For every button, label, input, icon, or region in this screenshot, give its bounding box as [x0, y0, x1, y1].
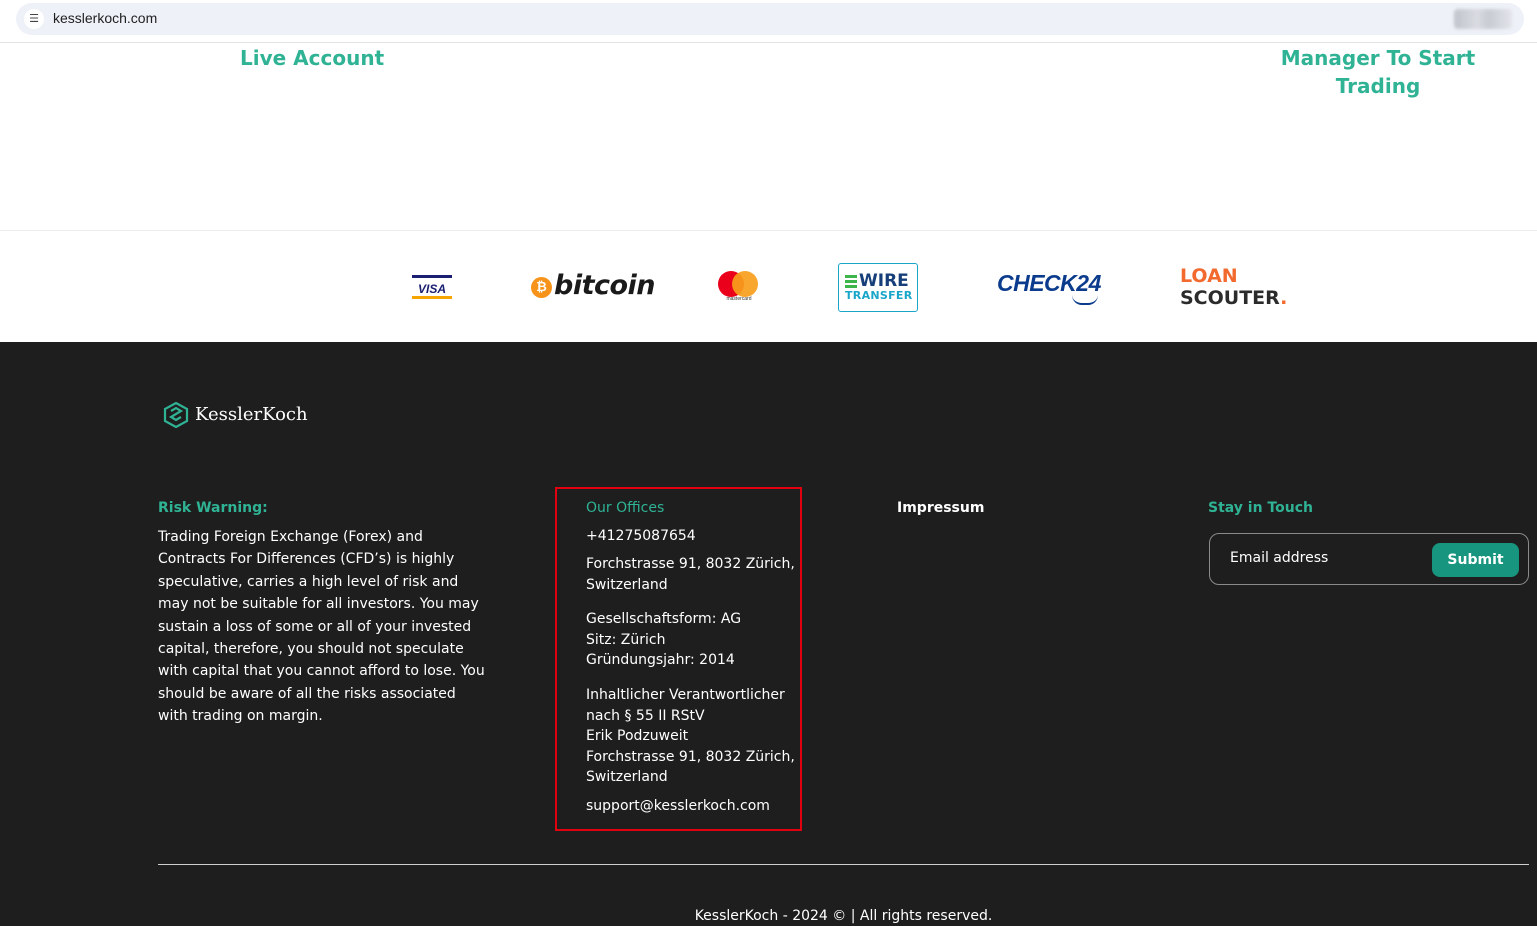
manager-link-line2: Trading — [1335, 74, 1421, 98]
company-founded: Gründungsjahr: 2014 — [586, 652, 735, 669]
support-email-link[interactable]: support@kesslerkoch.com — [586, 796, 770, 817]
office-address-line2: Switzerland — [586, 576, 668, 593]
responsible-line2: nach § 55 II RStV — [586, 707, 705, 724]
responsible-address-line2: Switzerland — [586, 769, 668, 786]
mastercard-yellow-circle — [732, 271, 758, 297]
responsible-name: Erik Podzuweit — [586, 728, 689, 745]
profile-avatar[interactable] — [1454, 9, 1512, 29]
responsible-line1: Inhaltlicher Verantwortlicher — [586, 687, 785, 703]
brand-name: KesslerKoch — [195, 404, 308, 425]
transfer-logo-text: TRANSFER — [845, 289, 913, 302]
impressum-link[interactable]: Impressum — [897, 498, 984, 518]
company-form: Gesellschaftsform: AG — [586, 611, 742, 627]
copyright-text: KesslerKoch - 2024 © | All rights reserv… — [694, 908, 993, 924]
bitcoin-icon: ₿ — [531, 277, 552, 298]
footer: KesslerKoch Risk Warning: Trading Foreig… — [0, 342, 1537, 926]
kesslerkoch-logo-icon — [163, 402, 189, 428]
manager-link[interactable]: Manager To Start Trading — [1278, 44, 1478, 100]
tune-icon[interactable]: ☰ — [24, 9, 44, 29]
offices-title: Our Offices — [586, 500, 665, 516]
submit-button[interactable]: Submit — [1432, 543, 1519, 577]
scouter-logo-dot: . — [1280, 287, 1288, 309]
wire-transfer-logo: WIRE TRANSFER — [838, 263, 918, 312]
loan-logo-text: LOAN — [1180, 265, 1238, 287]
check24-logo-text: CHECK24 — [997, 270, 1101, 296]
email-input[interactable]: Email address — [1230, 550, 1328, 566]
office-phone[interactable]: +41275087654 — [586, 526, 696, 547]
wire-bars-icon — [845, 275, 857, 289]
responsible-person: Inhaltlicher Verantwortlicher nach § 55 … — [586, 685, 795, 788]
scouter-logo-line: SCOUTER. — [1180, 287, 1287, 309]
loanscouter-logo: LOAN SCOUTER. — [1180, 265, 1287, 309]
mastercard-logo: mastercard — [718, 271, 758, 305]
browser-toolbar: ☰ kesslerkoch.com — [0, 0, 1537, 43]
live-account-link[interactable]: Live Account — [240, 44, 384, 72]
address-bar[interactable]: ☰ kesslerkoch.com — [16, 3, 1524, 35]
payment-partners: VISA ₿ bitcoin mastercard WIRE TRANSFER … — [0, 232, 1537, 342]
visa-logo-text: VISA — [417, 282, 446, 296]
check24-logo: CHECK24 — [997, 270, 1101, 305]
risk-warning-text: Trading Foreign Exchange (Forex) and Con… — [158, 529, 485, 725]
mastercard-logo-text: mastercard — [726, 296, 752, 302]
company-seat: Sitz: Zürich — [586, 631, 666, 648]
manager-link-line1: Manager To Start — [1280, 46, 1476, 70]
url-text[interactable]: kesslerkoch.com — [53, 10, 157, 26]
company-info: Gesellschaftsform: AG Sitz: Zürich Gründ… — [586, 609, 741, 671]
footer-divider — [158, 864, 1529, 865]
hero-section: Live Account Manager To Start Trading — [0, 43, 1537, 231]
stay-in-touch-title: Stay in Touch — [1208, 500, 1313, 516]
check24-swoosh-icon — [1072, 295, 1098, 305]
responsible-address-line1: Forchstrasse 91, 8032 Zürich, — [586, 748, 795, 765]
office-address: Forchstrasse 91, 8032 Zürich, Switzerlan… — [586, 554, 795, 595]
bitcoin-logo-text: bitcoin — [554, 270, 656, 301]
wire-logo-text: WIRE — [859, 271, 909, 291]
office-address-line1: Forchstrasse 91, 8032 Zürich, — [586, 556, 795, 572]
visa-logo: VISA — [412, 275, 452, 299]
scouter-logo-text: SCOUTER — [1180, 287, 1281, 309]
newsletter-form: Email address Submit — [1209, 533, 1529, 585]
risk-warning-title: Risk Warning: — [158, 500, 268, 516]
